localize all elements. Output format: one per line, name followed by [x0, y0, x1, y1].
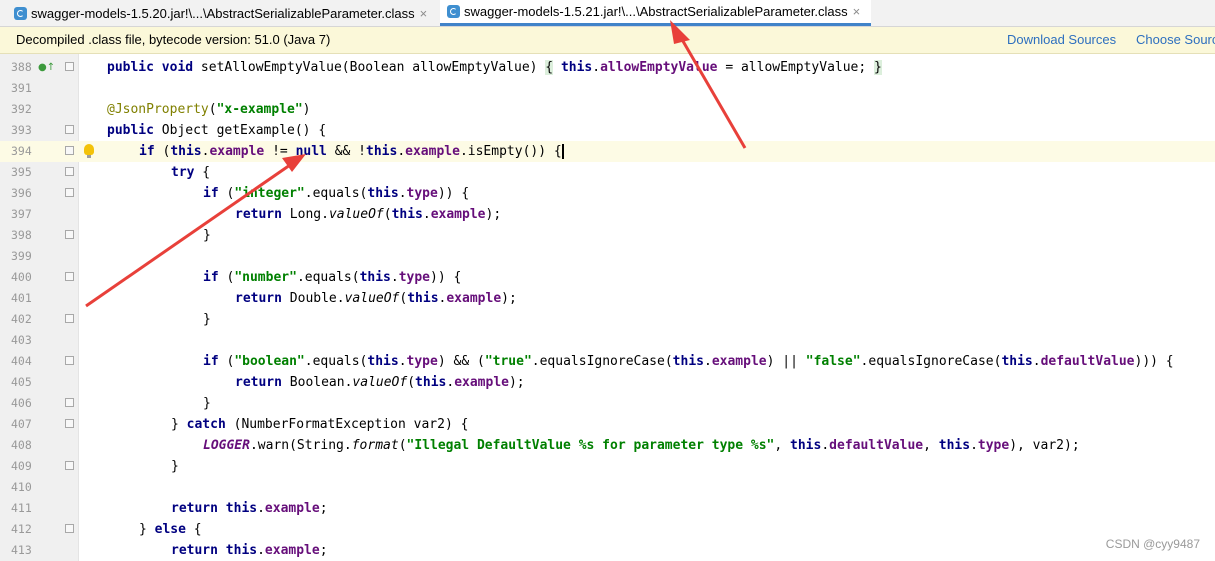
annotation-arrows [85, 20, 747, 308]
arrow-to-example [85, 154, 306, 308]
arrow-to-tab [670, 20, 747, 149]
watermark: CSDN @cyy9487 [1105, 537, 1200, 551]
